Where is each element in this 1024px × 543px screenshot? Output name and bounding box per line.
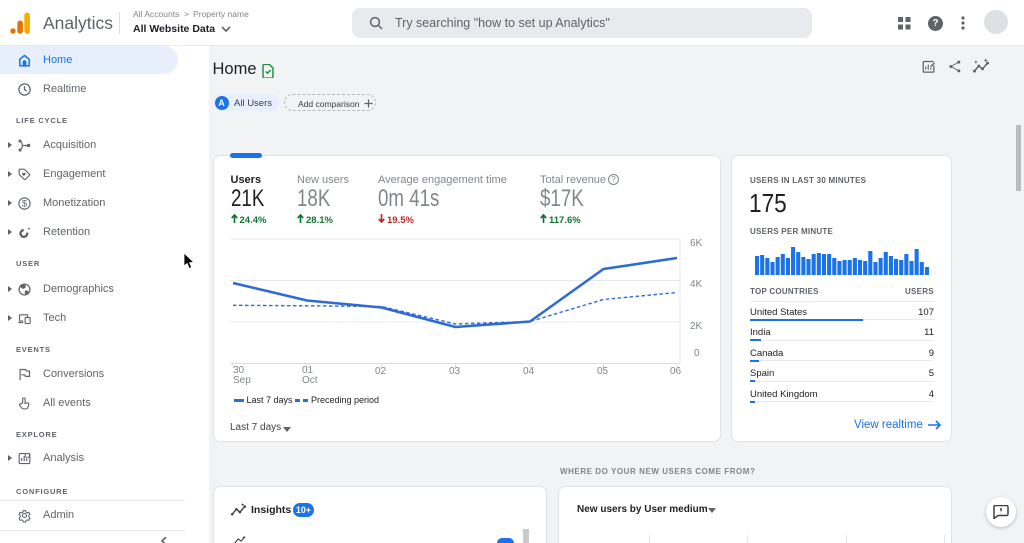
svg-text:$: $ <box>21 199 27 209</box>
